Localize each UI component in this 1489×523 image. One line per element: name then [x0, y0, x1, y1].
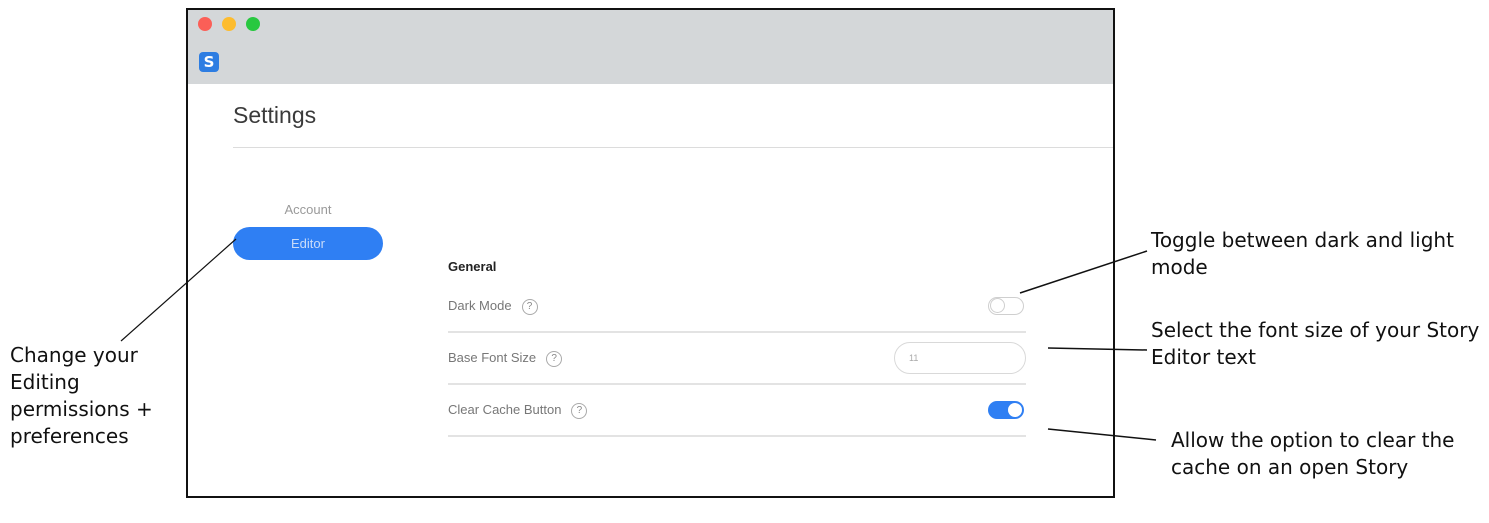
annotation-font-size: Select the font size of your Story Edito… — [1151, 318, 1480, 369]
annotation-editor: Change your Editing permissions + prefer… — [10, 343, 153, 448]
callout-line-font-size — [1047, 347, 1148, 351]
annotation-clear-cache: Allow the option to clear the cache on a… — [1171, 428, 1455, 479]
callout-line-editor — [120, 238, 237, 342]
callout-line-dark-mode — [1019, 250, 1148, 294]
annotation-dark-mode: Toggle between dark and light mode — [1151, 228, 1454, 279]
callout-line-clear-cache — [1047, 428, 1157, 441]
